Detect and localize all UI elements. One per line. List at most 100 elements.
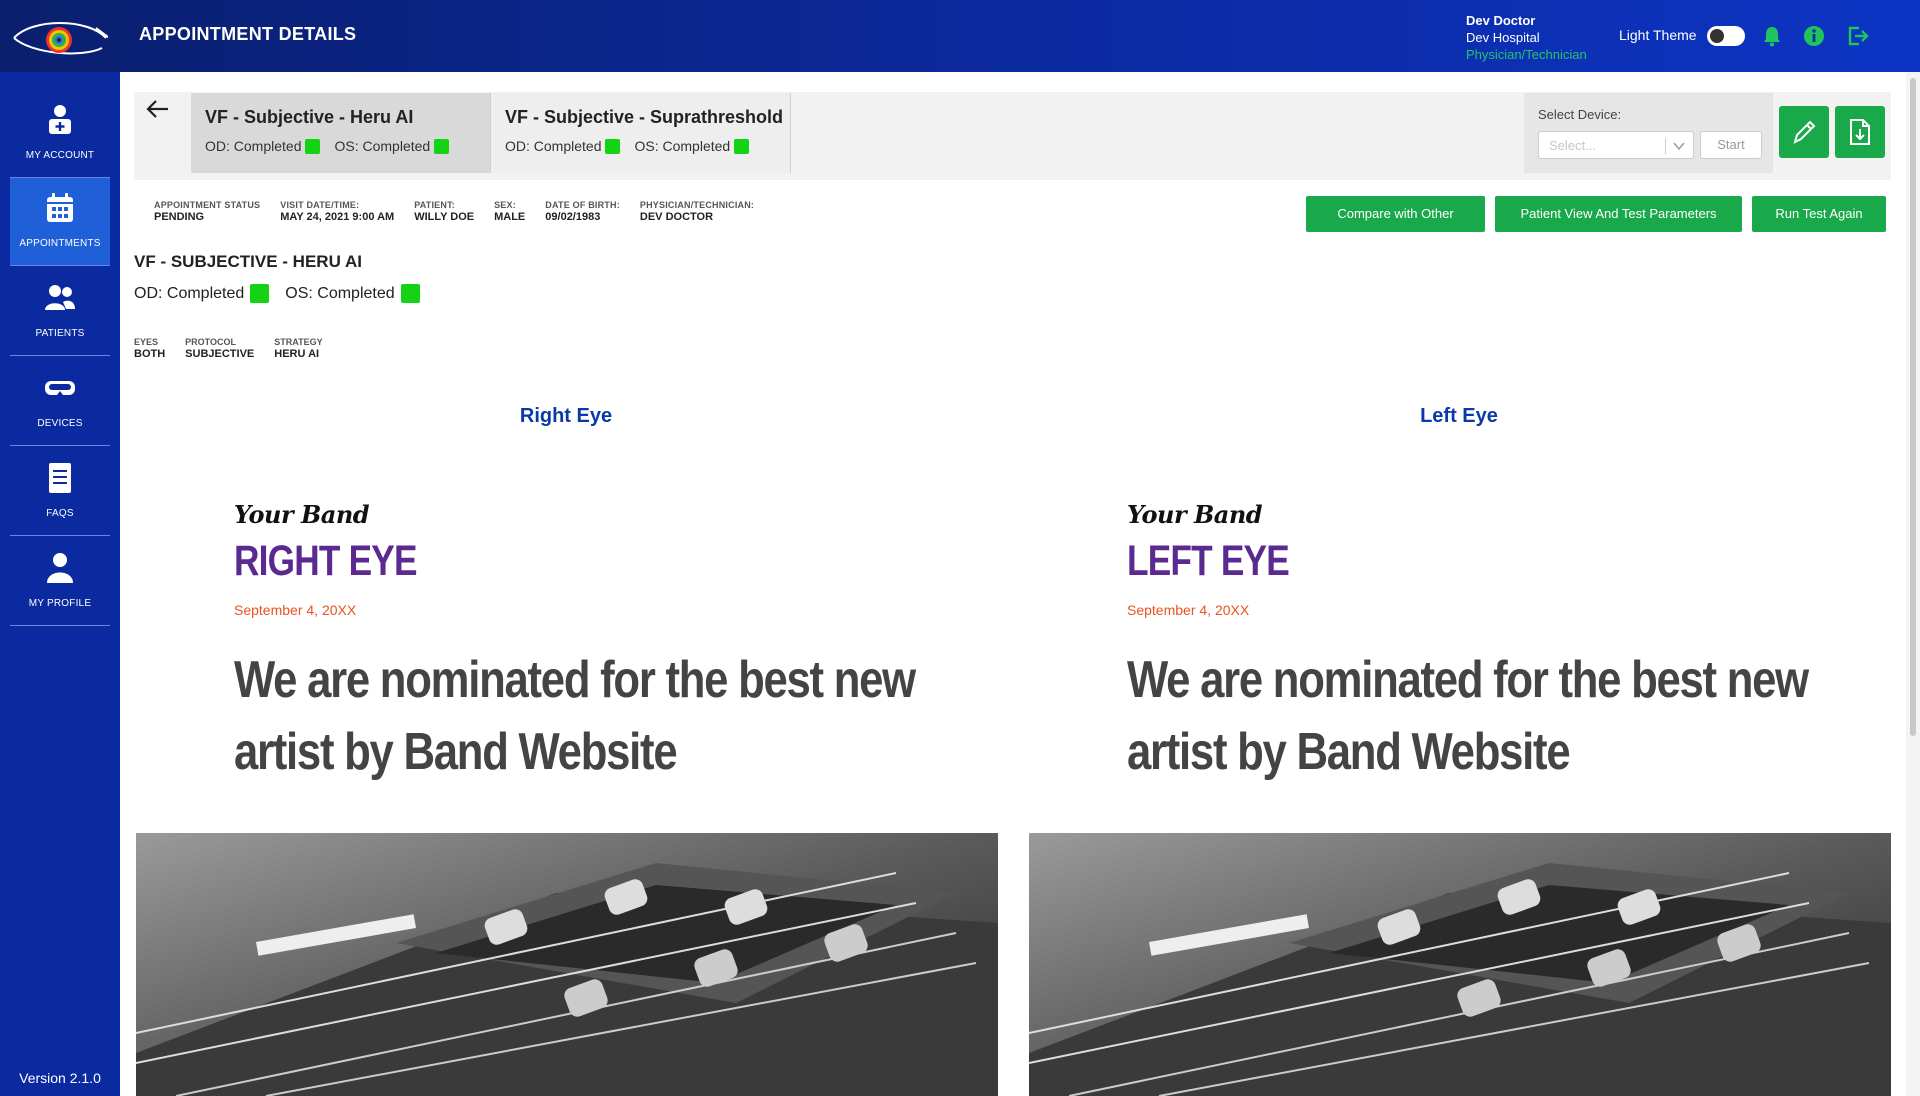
sidebar: MY ACCOUNT APPOINTMENTS PATIENTS DEVICES bbox=[0, 72, 120, 1096]
sidebar-item-my-account[interactable]: MY ACCOUNT bbox=[10, 90, 110, 178]
guitar-image-graphic bbox=[1029, 833, 1891, 1096]
headline-line: We are nominated for the best new bbox=[234, 651, 916, 709]
sidebar-item-devices[interactable]: DEVICES bbox=[10, 358, 110, 446]
post-date: September 4, 20XX bbox=[1127, 602, 1250, 618]
tab-vf-subjective-heru-ai[interactable]: VF - Subjective - Heru AI OD: Completed … bbox=[191, 93, 491, 173]
sidebar-item-my-profile[interactable]: MY PROFILE bbox=[10, 538, 110, 626]
patient-view-button[interactable]: Patient View And Test Parameters bbox=[1495, 196, 1742, 232]
logout-icon[interactable] bbox=[1846, 24, 1870, 48]
pencil-icon bbox=[1793, 120, 1816, 144]
info-key: APPOINTMENT STATUS bbox=[154, 200, 261, 210]
info-value: MALE bbox=[494, 211, 526, 223]
test-parameters: EYES BOTH PROTOCOL SUBJECTIVE STRATEGY H… bbox=[134, 337, 323, 360]
tab-vf-subjective-suprathreshold[interactable]: VF - Subjective - Suprathreshold OD: Com… bbox=[491, 93, 791, 173]
theme-toggle[interactable] bbox=[1707, 26, 1745, 46]
headline: We are nominated for the best new artist… bbox=[1127, 644, 1824, 788]
device-select-placeholder: Select... bbox=[1549, 138, 1596, 153]
profile-icon bbox=[47, 553, 73, 583]
run-test-again-button[interactable]: Run Test Again bbox=[1752, 196, 1886, 232]
patient-sex: SEX: MALE bbox=[494, 200, 525, 223]
headline-line: We are nominated for the best new bbox=[1127, 651, 1809, 709]
scrollbar-thumb[interactable] bbox=[1910, 78, 1916, 736]
right-eye-heading: Right Eye bbox=[519, 405, 613, 427]
eye-logo-icon[interactable] bbox=[12, 14, 108, 58]
os-status-indicator bbox=[434, 138, 450, 154]
test-status: OD: Completed OS: Completed bbox=[134, 284, 436, 303]
od-status: OD: Completed bbox=[505, 138, 602, 154]
headline-line: artist by Band Website bbox=[1127, 723, 1571, 781]
os-status: OS: Completed bbox=[634, 138, 731, 154]
band-brand: Your Band bbox=[1127, 500, 1263, 529]
headline-line: artist by Band Website bbox=[234, 723, 678, 781]
account-icon bbox=[49, 105, 71, 134]
od-status-indicator bbox=[250, 284, 270, 303]
patient-dob: DATE OF BIRTH: 09/02/1983 bbox=[545, 200, 620, 223]
sidebar-item-label: MY ACCOUNT bbox=[25, 150, 95, 161]
band-brand: Your Band bbox=[234, 500, 370, 529]
param-eyes: EYES BOTH bbox=[134, 337, 165, 360]
param-key: EYES bbox=[134, 337, 159, 347]
od-status: OD: Completed bbox=[205, 138, 302, 154]
compare-with-other-button[interactable]: Compare with Other bbox=[1306, 196, 1485, 232]
os-status-indicator bbox=[734, 138, 750, 154]
info-value: WILLY DOE bbox=[414, 211, 475, 223]
theme-label: Light Theme bbox=[1619, 27, 1697, 43]
param-strategy: STRATEGY HERU AI bbox=[274, 337, 322, 360]
document-icon bbox=[49, 463, 71, 493]
tab-title: VF - Subjective - Suprathreshold bbox=[505, 107, 784, 127]
sidebar-item-patients[interactable]: PATIENTS bbox=[10, 268, 110, 356]
device-label: Select Device: bbox=[1538, 107, 1622, 122]
page-title: APPOINTMENT DETAILS bbox=[139, 24, 357, 44]
info-icon[interactable] bbox=[1802, 24, 1826, 48]
param-key: STRATEGY bbox=[274, 337, 323, 347]
od-status-indicator bbox=[305, 138, 321, 154]
info-key: VISIT DATE/TIME: bbox=[280, 200, 360, 210]
os-status: OS: Completed bbox=[285, 284, 395, 302]
device-select[interactable]: Select... bbox=[1538, 131, 1694, 159]
calendar-icon bbox=[47, 193, 73, 222]
back-arrow-icon[interactable] bbox=[146, 98, 170, 120]
appointment-info: APPOINTMENT STATUS PENDING VISIT DATE/TI… bbox=[154, 200, 754, 223]
info-value: DEV DOCTOR bbox=[639, 211, 714, 223]
patient-name: PATIENT: WILLY DOE bbox=[414, 200, 474, 223]
param-protocol: PROTOCOL SUBJECTIVE bbox=[185, 337, 254, 360]
test-title: VF - SUBJECTIVE - HERU AI bbox=[134, 252, 362, 271]
info-value: PENDING bbox=[154, 211, 205, 223]
sidebar-item-label: APPOINTMENTS bbox=[19, 238, 101, 249]
guitar-headstock-image bbox=[136, 833, 998, 1096]
os-status-indicator bbox=[400, 284, 420, 303]
start-button[interactable]: Start bbox=[1700, 131, 1762, 159]
tab-title: VF - Subjective - Heru AI bbox=[205, 107, 414, 127]
od-status-indicator bbox=[605, 138, 621, 154]
user-info: Dev Doctor Dev Hospital Physician/Techni… bbox=[1466, 12, 1587, 63]
param-key: PROTOCOL bbox=[185, 337, 237, 347]
right-eye-panel: Your Band RIGHT EYE September 4, 20XX We… bbox=[234, 500, 934, 788]
export-button[interactable] bbox=[1835, 106, 1885, 158]
visit-datetime: VISIT DATE/TIME: MAY 24, 2021 9:00 AM bbox=[280, 200, 394, 223]
param-value: HERU AI bbox=[274, 348, 320, 360]
user-role: Physician/Technician bbox=[1466, 47, 1587, 62]
left-eye-heading: Left Eye bbox=[1420, 405, 1498, 427]
chevron-down-icon bbox=[1673, 142, 1685, 151]
toggle-knob bbox=[1710, 29, 1724, 43]
sidebar-item-faqs[interactable]: FAQS bbox=[10, 448, 110, 536]
info-key: SEX: bbox=[494, 200, 516, 210]
user-name: Dev Doctor bbox=[1466, 13, 1536, 28]
info-key: PHYSICIAN/TECHNICIAN: bbox=[639, 200, 755, 210]
bell-icon[interactable] bbox=[1760, 24, 1784, 48]
sidebar-item-label: MY PROFILE bbox=[28, 598, 92, 609]
guitar-headstock-image bbox=[1029, 833, 1891, 1096]
param-value: BOTH bbox=[134, 348, 166, 360]
top-bar: APPOINTMENT DETAILS Dev Doctor Dev Hospi… bbox=[0, 0, 1920, 72]
tab-status: OD: Completed OS: Completed bbox=[205, 138, 490, 154]
headline: We are nominated for the best new artist… bbox=[234, 644, 931, 788]
tab-status: OD: Completed OS: Completed bbox=[505, 138, 790, 154]
user-hospital: Dev Hospital bbox=[1466, 30, 1540, 45]
sidebar-item-label: DEVICES bbox=[37, 418, 83, 429]
info-key: DATE OF BIRTH: bbox=[545, 200, 620, 210]
appointment-status: APPOINTMENT STATUS PENDING bbox=[154, 200, 260, 223]
sidebar-item-appointments[interactable]: APPOINTMENTS bbox=[10, 178, 110, 266]
eye-big-title: RIGHT EYE bbox=[234, 537, 417, 585]
edit-button[interactable] bbox=[1779, 106, 1829, 158]
sidebar-item-label: PATIENTS bbox=[35, 328, 85, 339]
